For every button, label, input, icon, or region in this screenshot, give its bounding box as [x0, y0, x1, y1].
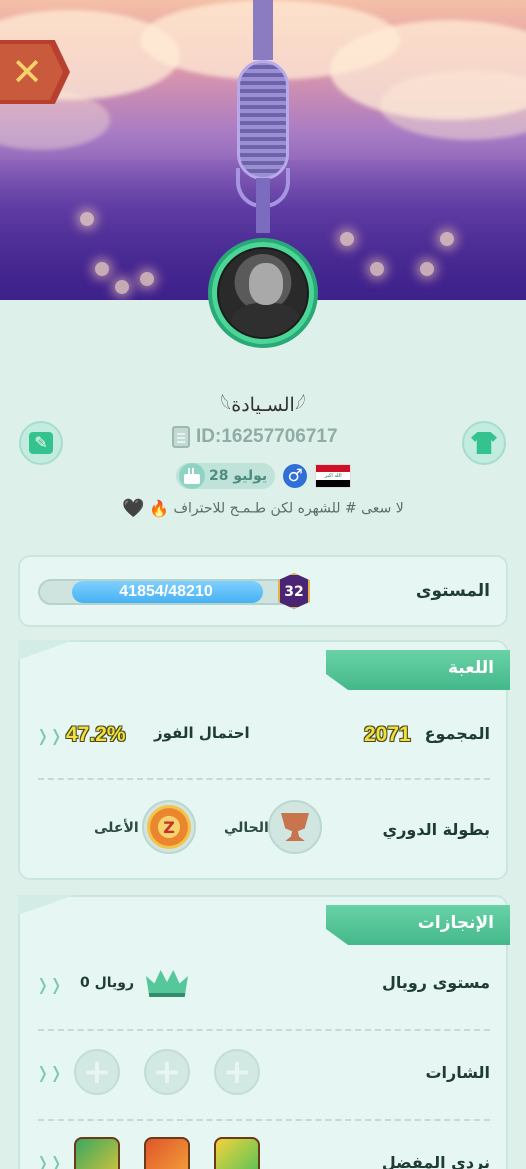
profile-meta: 28 يوليو ♂ الله اكبر: [176, 461, 352, 491]
add-badge-slot-3[interactable]: +: [74, 1049, 120, 1095]
favorite-dice-label: نردي المفضل: [381, 1153, 490, 1169]
dice-icon-1: [214, 1137, 260, 1169]
current-label: الحالي: [224, 820, 269, 836]
black-heart-icon: 🖤: [122, 498, 145, 519]
copy-icon[interactable]: [172, 426, 190, 448]
dice-icon-3: [74, 1137, 120, 1169]
game-section-tab: اللعبة: [326, 650, 510, 690]
close-icon: ✕: [11, 50, 43, 94]
game-stats-arrow-icon[interactable]: ❭❭: [36, 726, 63, 745]
avatar[interactable]: [208, 238, 318, 348]
league-medal-icon: Z: [147, 805, 191, 849]
add-badge-slot-2[interactable]: +: [144, 1049, 190, 1095]
achievements-section-tab: الإنجازات: [326, 905, 510, 945]
current-league-trophy: [268, 800, 322, 854]
royal-level-value: رويال 0: [80, 975, 135, 991]
birthday-text: 28 يوليو: [209, 468, 268, 484]
add-badge-slot-1[interactable]: +: [214, 1049, 260, 1095]
edit-profile-button[interactable]: ✎: [19, 421, 63, 465]
cake-icon: [179, 463, 205, 489]
microphone-graphic: [237, 60, 289, 180]
male-icon: ♂: [283, 464, 308, 488]
level-label: المستوى: [415, 581, 490, 601]
edit-icon: ✎: [29, 432, 53, 454]
user-id-text: ID:16257706717: [196, 426, 338, 447]
level-card: 41854/48210 32 المستوى: [18, 555, 508, 627]
shirt-icon: [471, 432, 497, 454]
bio: 🖤 🔥 لا سعى # للشهره لكن طـمـح للاحتراف: [0, 498, 526, 519]
badges-arrow-icon[interactable]: ❭❭: [36, 1063, 63, 1082]
level-progress-bar: 41854/48210: [38, 579, 294, 605]
total-label: المجموع: [424, 724, 490, 743]
iraq-flag-icon: الله اكبر: [315, 464, 352, 488]
crown-icon: [146, 970, 188, 997]
win-rate-value: 47.2%: [66, 723, 126, 746]
game-card: اللعبة المجموع 2071 احتمال الفوز 47.2% ❭…: [18, 640, 510, 880]
royal-level-label: مستوى رويال: [381, 973, 490, 992]
highest-label: الأعلى: [94, 820, 139, 836]
dice-arrow-icon[interactable]: ❭❭: [36, 1153, 63, 1169]
league-label: بطولة الدوري: [382, 820, 490, 839]
total-value: 2071: [364, 723, 411, 746]
badges-label: الشارات: [425, 1063, 490, 1082]
win-rate-label: احتمال الفوز: [154, 724, 250, 742]
level-badge: 32: [278, 573, 310, 609]
username: 𓆩السـيادة𓆪: [220, 394, 306, 416]
birthday-badge: 28 يوليو: [176, 463, 276, 489]
highest-league-medal: Z: [142, 800, 196, 854]
outfit-button[interactable]: [462, 421, 506, 465]
trophy-icon: [281, 813, 309, 841]
fire-icon: 🔥: [149, 499, 170, 518]
bio-text: لا سعى # للشهره لكن طـمـح للاحتراف: [173, 500, 404, 517]
achievements-card: الإنجازات مستوى رويال رويال 0 ❭❭ الشارات…: [18, 895, 510, 1169]
user-id[interactable]: ID:16257706717: [172, 424, 338, 450]
dice-icon-2: [144, 1137, 190, 1169]
royal-arrow-icon[interactable]: ❭❭: [36, 975, 63, 994]
level-progress-text: 41854/48210: [119, 583, 213, 600]
